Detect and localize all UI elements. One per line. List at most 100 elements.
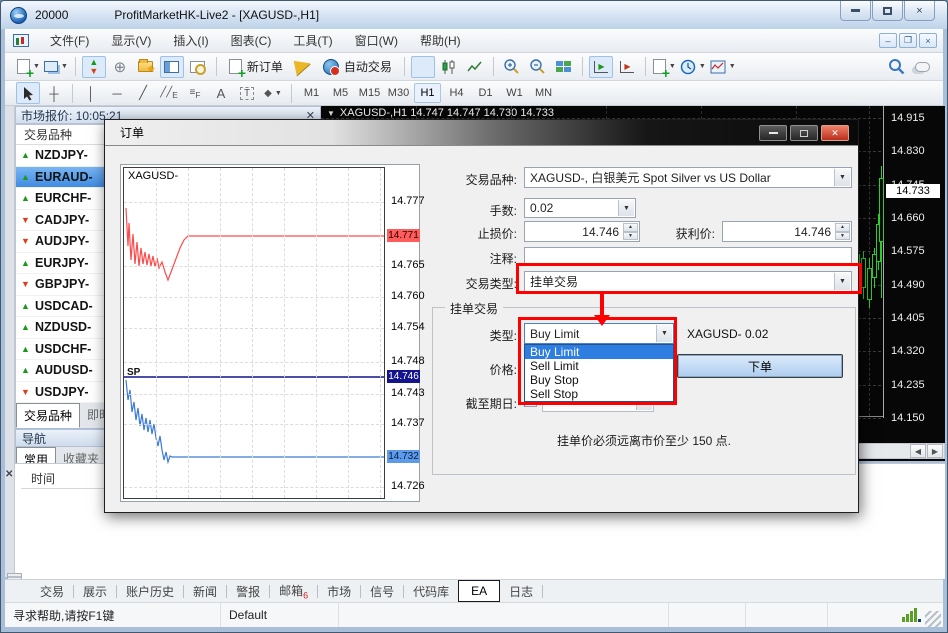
timeframe-m30[interactable]: M30 <box>385 83 412 103</box>
place-order-button[interactable]: 下单 <box>677 354 843 378</box>
navigator-panel-button[interactable] <box>160 56 184 78</box>
vertical-line-button[interactable]: │ <box>79 82 103 104</box>
tab-signals[interactable]: 信号 <box>361 581 403 602</box>
chart-shift-button[interactable]: ▶ <box>615 56 639 78</box>
market-watch-tabs: 交易品种 即时图表 <box>15 403 113 428</box>
tab-trade[interactable]: 交易 <box>31 581 73 602</box>
menu-file[interactable]: 文件(F) <box>39 29 100 52</box>
app-logo-icon <box>10 7 27 24</box>
dialog-tick-chart: XAGUSD- SP 14.777 14.765 14.760 14.754 1… <box>120 164 420 502</box>
new-chart-icon <box>17 59 30 74</box>
symbol-select[interactable]: XAGUSD-, 白银美元 Spot Silver vs US Dollar▼ <box>524 167 852 188</box>
chevron-down-icon[interactable]: ▼ <box>834 169 850 186</box>
tab-alerts[interactable]: 警报 <box>227 581 269 602</box>
cursor-button[interactable] <box>16 82 40 104</box>
status-template[interactable]: Default <box>221 603 339 627</box>
text-button[interactable]: A <box>209 82 233 104</box>
scroll-left-icon[interactable]: ◀ <box>910 444 926 458</box>
timeframe-m5[interactable]: M5 <box>327 83 354 103</box>
terminal-close-icon[interactable]: ✕ <box>5 469 13 480</box>
profiles-icon <box>44 61 58 72</box>
auto-scroll-button[interactable]: ▶ <box>589 56 613 78</box>
timeframe-w1[interactable]: W1 <box>501 83 528 103</box>
line-chart-button[interactable] <box>463 56 487 78</box>
tab-symbols[interactable]: 交易品种 <box>16 403 80 428</box>
bar-chart-button[interactable] <box>411 56 435 78</box>
horizontal-line-button[interactable]: ─ <box>105 82 129 104</box>
indicators-button[interactable]: ▼ <box>652 56 677 78</box>
auto-trading-button[interactable]: 自动交易 <box>316 56 399 78</box>
timeframe-m1[interactable]: M1 <box>298 83 325 103</box>
child-close-button[interactable]: × <box>919 33 937 48</box>
timeframe-d1[interactable]: D1 <box>472 83 499 103</box>
resize-grip[interactable] <box>925 611 941 627</box>
child-minimize-button[interactable]: – <box>879 33 897 48</box>
sl-tp-price-tag: 14.746 <box>387 370 420 383</box>
menu-window[interactable]: 窗口(W) <box>344 29 409 52</box>
menu-tools[interactable]: 工具(T) <box>282 29 343 52</box>
navigator-header: 导航 <box>15 429 113 447</box>
dialog-close-button[interactable]: ✕ <box>821 125 849 141</box>
crosshair-button[interactable]: ┼ <box>42 82 66 104</box>
search-button[interactable] <box>884 56 908 78</box>
menu-charts[interactable]: 图表(C) <box>220 29 283 52</box>
periods-button[interactable]: ▼ <box>679 56 707 78</box>
take-profit-stepper[interactable]: ▲▼ <box>835 223 850 240</box>
candlestick-button[interactable] <box>437 56 461 78</box>
community-chat-button[interactable] <box>910 56 934 78</box>
channel-button[interactable]: ╱╱E <box>157 82 181 104</box>
minimize-button[interactable] <box>840 1 871 21</box>
arrows-button[interactable]: ◆▼ <box>261 82 285 104</box>
zoom-out-button[interactable] <box>526 56 550 78</box>
zoom-in-button[interactable] <box>500 56 524 78</box>
tab-code-base[interactable]: 代码库 <box>404 581 458 602</box>
maximize-button[interactable] <box>872 1 903 21</box>
tab-account-history[interactable]: 账户历史 <box>117 581 183 602</box>
trendline-button[interactable]: ╱ <box>131 82 155 104</box>
crosshair-mode-button[interactable]: ⊕ <box>108 56 132 78</box>
tab-news[interactable]: 新闻 <box>184 581 226 602</box>
fibonacci-icon: ≡F <box>190 87 201 100</box>
stop-loss-input[interactable]: 14.746 ▲▼ <box>524 221 640 242</box>
menu-insert[interactable]: 插入(I) <box>162 29 219 52</box>
child-restore-button[interactable]: ❐ <box>899 33 917 48</box>
stop-loss-stepper[interactable]: ▲▼ <box>623 223 638 240</box>
terminal-time-column-header[interactable]: 时间 <box>21 469 113 489</box>
timeframe-mn[interactable]: MN <box>530 83 557 103</box>
child-window-icon[interactable] <box>13 34 29 47</box>
timeframe-h1[interactable]: H1 <box>414 83 441 103</box>
text-label-button[interactable]: T <box>235 82 259 104</box>
timeframe-h4[interactable]: H4 <box>443 83 470 103</box>
take-profit-input[interactable]: 14.746 ▲▼ <box>722 221 852 242</box>
scroll-right-icon[interactable]: ▶ <box>927 444 943 458</box>
dialog-minimize-button[interactable] <box>759 125 787 141</box>
tile-windows-button[interactable] <box>552 56 576 78</box>
market-watch-button[interactable] <box>134 56 158 78</box>
close-button[interactable]: × <box>904 1 935 21</box>
tab-market[interactable]: 市场 <box>318 581 360 602</box>
new-chart-button[interactable]: ▼ <box>16 56 41 78</box>
tab-exposure[interactable]: 展示 <box>74 581 116 602</box>
menu-view[interactable]: 显示(V) <box>100 29 162 52</box>
annotation-box-order-type <box>518 317 677 405</box>
tab-ea[interactable]: EA <box>458 580 500 602</box>
tab-mailbox[interactable]: 邮箱6 <box>270 580 317 602</box>
tick-chart-button[interactable]: ▲▼ <box>82 56 106 78</box>
chevron-down-icon[interactable]: ▼ <box>618 200 634 216</box>
up-arrow-icon <box>21 322 35 332</box>
data-window-button[interactable] <box>186 56 210 78</box>
dialog-maximize-button[interactable] <box>790 125 818 141</box>
fibonacci-button[interactable]: ≡F <box>183 82 207 104</box>
menu-help[interactable]: 帮助(H) <box>409 29 472 52</box>
volume-select[interactable]: 0.02▼ <box>524 198 636 218</box>
profiles-button[interactable]: ▼ <box>43 56 69 78</box>
price-label: 价格: <box>457 361 517 378</box>
alerts-button[interactable] <box>291 56 315 78</box>
tab-journal[interactable]: 日志 <box>500 581 542 602</box>
order-dialog-titlebar[interactable]: 订单 <box>105 120 858 146</box>
tick-lines <box>124 168 385 499</box>
up-arrow-icon <box>21 193 35 203</box>
timeframe-m15[interactable]: M15 <box>356 83 383 103</box>
templates-button[interactable]: ▼ <box>709 56 737 78</box>
new-order-button[interactable]: 新订单 <box>222 56 290 78</box>
